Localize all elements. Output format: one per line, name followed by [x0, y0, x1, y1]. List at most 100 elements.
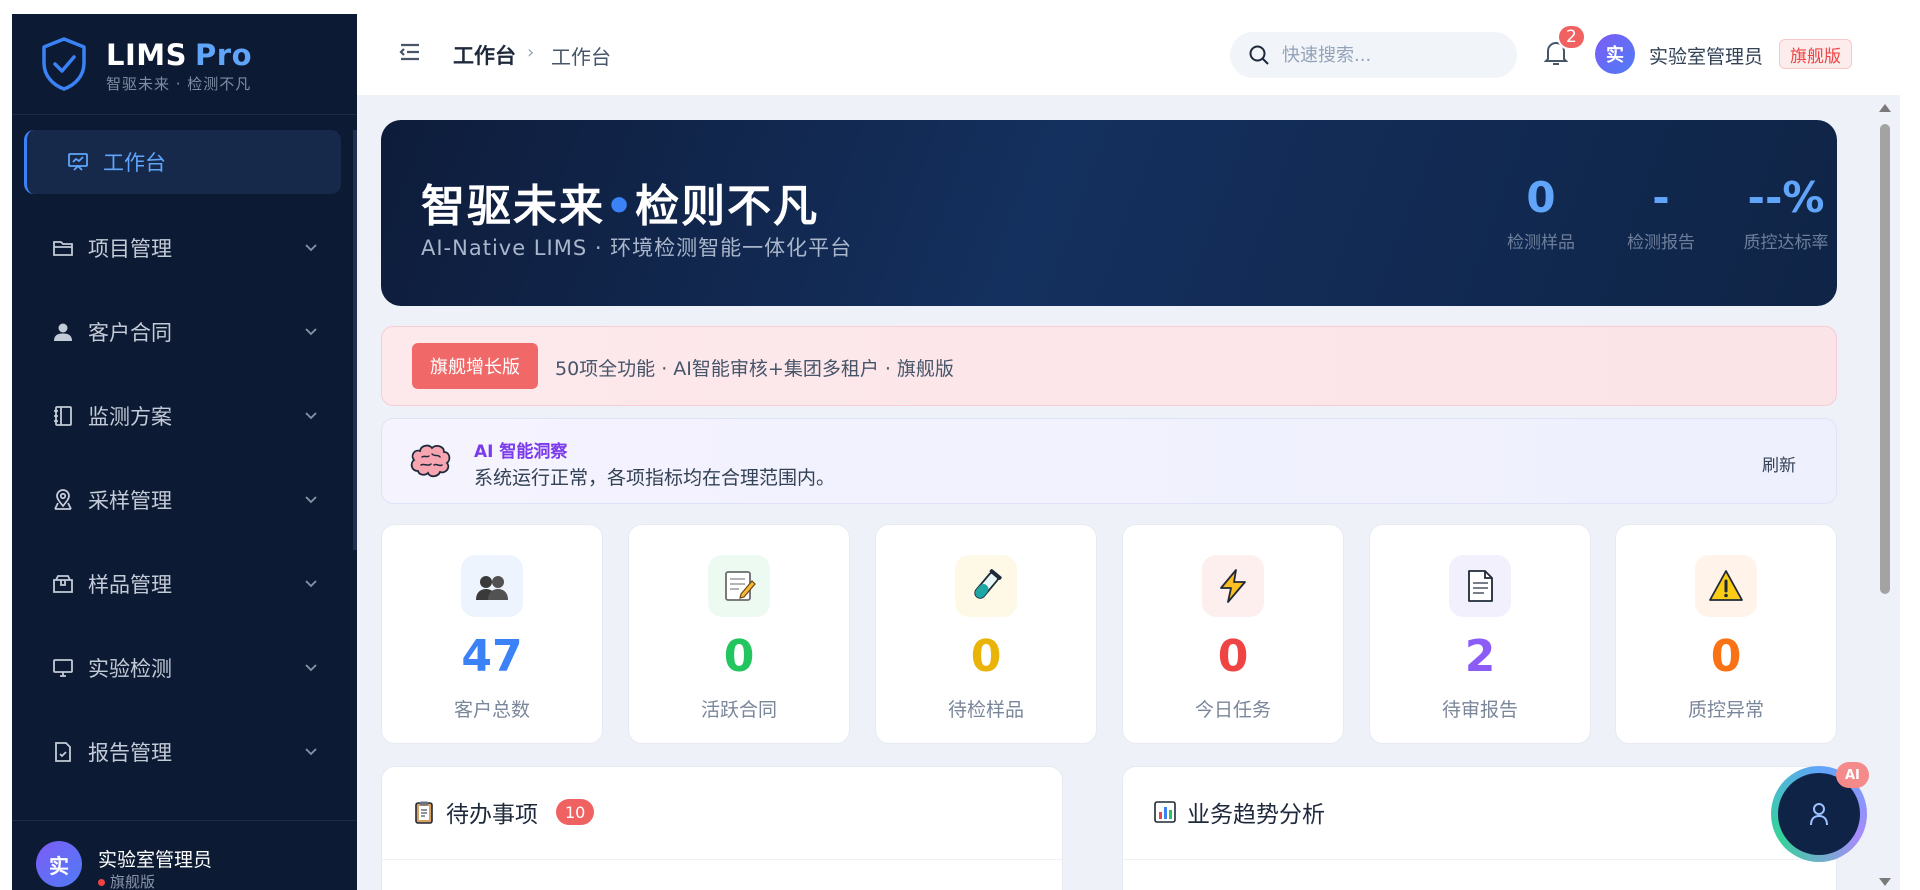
- todo-panel: 待办事项 10: [381, 766, 1063, 890]
- sidebar: LIMS Pro 智驱未来 · 检测不凡 工作台 项目管理 客户合同 监测方案 …: [12, 14, 357, 890]
- sidebar-item-label: 工作台: [103, 151, 166, 175]
- avatar[interactable]: 实: [1595, 34, 1635, 74]
- panel-title: 业务趋势分析: [1187, 802, 1325, 828]
- top-header: 工作台 › 工作台 2 实 实验室管理员 旗舰版: [357, 0, 1900, 96]
- lightning-icon: [1202, 555, 1264, 617]
- hero-stat-qc-rate: --% 质控达标率: [1743, 173, 1829, 254]
- ai-insight-card: AI 智能洞察 系统运行正常，各项指标均在合理范围内。 刷新: [381, 418, 1837, 504]
- scroll-up-arrow[interactable]: [1879, 104, 1891, 112]
- notebook-icon: [50, 403, 76, 429]
- sidebar-item-label: 客户合同: [88, 321, 172, 345]
- user-icon: [50, 319, 76, 345]
- main-scrollbar[interactable]: [1878, 96, 1892, 890]
- hero-title: 智驱未来•检则不凡: [421, 181, 820, 232]
- test-tube-icon: [955, 555, 1017, 617]
- hero-stat-reports: - 检测报告: [1627, 173, 1695, 254]
- plan-badge: 旗舰版: [1779, 39, 1852, 69]
- stat-label: 待检样品: [947, 699, 1024, 721]
- sidebar-item-sampling[interactable]: 采样管理: [12, 458, 357, 542]
- clipboard-icon: [415, 801, 433, 824]
- stat-card-pending-samples[interactable]: 0 待检样品: [875, 524, 1097, 744]
- divider: [382, 859, 1062, 860]
- shield-check-icon: [42, 37, 86, 91]
- stat-card-customers[interactable]: 47 客户总数: [381, 524, 603, 744]
- sidebar-nav: 工作台 项目管理 客户合同 监测方案 采样管理 样品管理 实验检测 报告管理: [12, 130, 357, 794]
- stat-card-today-tasks[interactable]: 0 今日任务: [1122, 524, 1344, 744]
- bar-chart-icon: [1154, 801, 1176, 823]
- document-check-icon: [50, 739, 76, 765]
- stat-value: 2: [1464, 631, 1496, 682]
- memo-icon: [708, 555, 770, 617]
- sidebar-item-label: 实验检测: [88, 657, 172, 681]
- panel-header: 业务趋势分析: [1153, 795, 1325, 829]
- page-icon: [1449, 555, 1511, 617]
- monitor-icon: [50, 655, 76, 681]
- todo-count-badge: 10: [556, 799, 595, 825]
- chevron-down-icon: [305, 244, 317, 252]
- ai-insight-title: AI 智能洞察: [474, 442, 568, 462]
- brain-icon: [410, 444, 451, 478]
- chevron-down-icon: [305, 328, 317, 336]
- sidebar-item-samples[interactable]: 样品管理: [12, 542, 357, 626]
- scroll-thumb[interactable]: [1880, 124, 1890, 594]
- stat-card-qc-alerts[interactable]: 0 质控异常: [1615, 524, 1837, 744]
- panel-header: 待办事项 10: [412, 795, 595, 829]
- user-plan: 旗舰版: [98, 871, 155, 890]
- search-icon: [1249, 45, 1269, 65]
- sidebar-item-label: 采样管理: [88, 489, 172, 513]
- stat-card-reports-review[interactable]: 2 待审报告: [1369, 524, 1591, 744]
- stat-label: 今日任务: [1194, 699, 1271, 721]
- stat-cards: 47 客户总数 0 活跃合同 0 待检样品 0 今日任务 2 待审报告 0 质控…: [381, 524, 1837, 744]
- sidebar-item-label: 样品管理: [88, 573, 172, 597]
- sidebar-item-contracts[interactable]: 客户合同: [12, 290, 357, 374]
- brand[interactable]: LIMS Pro 智驱未来 · 检测不凡: [12, 14, 357, 114]
- plan-banner: 旗舰增长版 50项全功能 · AI智能审核+集团多租户 · 旗舰版: [381, 326, 1837, 406]
- main-content: 智驱未来•检则不凡 AI-Native LIMS · 环境检测智能一体化平台 0…: [357, 96, 1900, 890]
- assistant-icon: [1810, 803, 1828, 826]
- chevron-down-icon: [305, 664, 317, 672]
- hero-stat-samples: 0 检测样品: [1507, 173, 1575, 254]
- trend-panel: 业务趋势分析: [1122, 766, 1837, 890]
- sidebar-item-label: 监测方案: [88, 405, 172, 429]
- sidebar-item-reports[interactable]: 报告管理: [12, 710, 357, 794]
- search-input[interactable]: [1282, 41, 1502, 69]
- folder-icon: [50, 235, 76, 261]
- sidebar-item-label: 报告管理: [88, 741, 172, 765]
- brand-title: LIMS Pro: [106, 38, 252, 72]
- chevron-down-icon: [305, 412, 317, 420]
- sidebar-item-projects[interactable]: 项目管理: [12, 206, 357, 290]
- breadcrumb-root[interactable]: 工作台: [453, 40, 516, 70]
- stat-value: 0: [723, 631, 755, 682]
- status-dot: [98, 879, 105, 886]
- scroll-down-arrow[interactable]: [1879, 878, 1891, 886]
- menu-fold-icon[interactable]: [399, 43, 421, 61]
- sidebar-item-lab-testing[interactable]: 实验检测: [12, 626, 357, 710]
- warning-icon: [1695, 555, 1757, 617]
- people-icon: [461, 555, 523, 617]
- hero-banner: 智驱未来•检则不凡 AI-Native LIMS · 环境检测智能一体化平台 0…: [381, 120, 1837, 306]
- stat-value: 0: [970, 631, 1002, 682]
- presentation-icon: [65, 149, 91, 175]
- stat-card-contracts[interactable]: 0 活跃合同: [628, 524, 850, 744]
- refresh-button[interactable]: 刷新: [1762, 451, 1796, 476]
- user-name: 实验室管理员: [98, 849, 213, 871]
- chevron-down-icon: [305, 748, 317, 756]
- plan-tag: 旗舰增长版: [412, 343, 538, 389]
- breadcrumb-separator: ›: [527, 42, 535, 63]
- search-box[interactable]: [1230, 32, 1517, 78]
- stat-label: 质控异常: [1687, 699, 1764, 721]
- divider: [1123, 859, 1836, 860]
- sidebar-item-label: 项目管理: [88, 237, 172, 261]
- breadcrumb-current: 工作台: [551, 45, 611, 69]
- notification-badge: 2: [1557, 24, 1586, 50]
- sidebar-item-monitoring-plan[interactable]: 监测方案: [12, 374, 357, 458]
- hero-subtitle: AI-Native LIMS · 环境检测智能一体化平台: [421, 236, 853, 260]
- chevron-down-icon: [305, 580, 317, 588]
- stat-value: 0: [1710, 631, 1742, 682]
- ai-badge: AI: [1836, 762, 1869, 788]
- user-name[interactable]: 实验室管理员: [1649, 42, 1763, 69]
- sidebar-item-dashboard[interactable]: 工作台: [24, 130, 341, 194]
- stat-value: 47: [461, 631, 523, 682]
- chevron-down-icon: [305, 496, 317, 504]
- sidebar-user[interactable]: 实 实验室管理员 旗舰版: [12, 820, 357, 890]
